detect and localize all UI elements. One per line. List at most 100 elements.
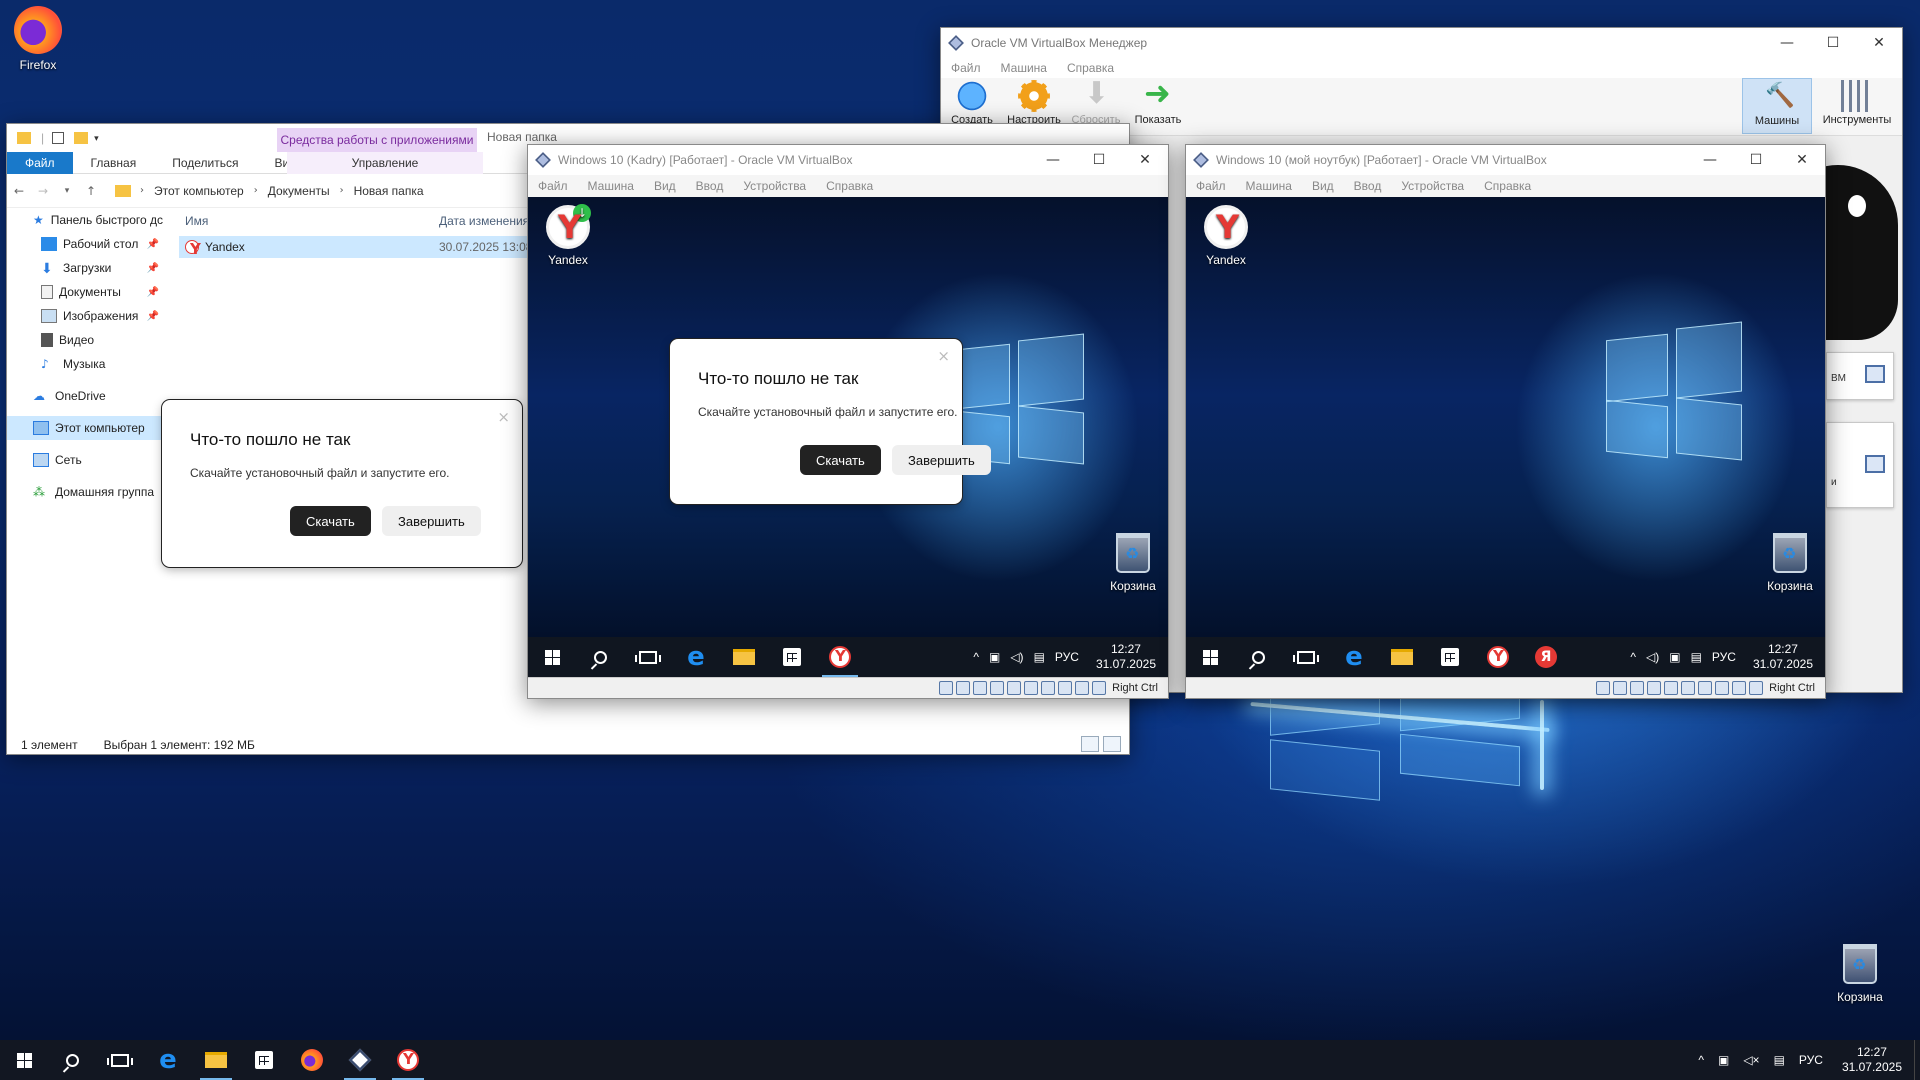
menu-input[interactable]: Ввод — [1344, 179, 1392, 193]
volume-icon[interactable]: ◁) — [1005, 650, 1028, 664]
new-folder-icon[interactable] — [74, 132, 89, 144]
maximize-button[interactable]: ☐ — [1733, 145, 1779, 175]
discard-button[interactable]: Сбросить — [1065, 76, 1127, 126]
column-name[interactable]: Имя — [179, 214, 439, 228]
maximize-button[interactable]: ☐ — [1810, 28, 1856, 58]
menu-machine[interactable]: Машина — [1236, 179, 1302, 193]
pin-icon[interactable]: 📌 — [147, 263, 159, 274]
cpu-icon[interactable] — [1732, 680, 1747, 695]
store-button[interactable] — [768, 637, 816, 677]
tools-button[interactable]: Инструменты — [1812, 78, 1902, 134]
minimize-button[interactable]: — — [1030, 145, 1076, 175]
up-arrow-icon[interactable]: ↑ — [79, 184, 103, 198]
optical-drive-icon[interactable] — [1613, 680, 1628, 695]
desktop-icon-firefox[interactable]: Firefox — [0, 6, 76, 72]
desktop-icon-recycle-bin[interactable]: Корзина — [1098, 529, 1168, 593]
download-button[interactable]: Скачать — [290, 506, 371, 536]
search-button[interactable] — [48, 1040, 96, 1080]
maximize-button[interactable]: ☐ — [1076, 145, 1122, 175]
vm-screen[interactable]: ↓ Yandex Корзина × Что-то пошло не так С… — [528, 197, 1168, 637]
tab-share[interactable]: Поделиться — [154, 152, 256, 174]
display-icon[interactable] — [1698, 680, 1713, 695]
edge-button[interactable]: e — [672, 637, 720, 677]
edge-button[interactable]: e — [1330, 637, 1378, 677]
close-icon[interactable]: × — [937, 347, 950, 365]
network-adapter-icon[interactable] — [990, 680, 1005, 695]
shared-folder-icon[interactable] — [1024, 680, 1039, 695]
menu-file[interactable]: Файл — [528, 179, 578, 193]
pin-icon[interactable]: 📌 — [147, 311, 159, 322]
store-button[interactable] — [240, 1040, 288, 1080]
clock[interactable]: 12:27 31.07.2025 — [1084, 642, 1168, 672]
pin-icon[interactable]: 📌 — [147, 287, 159, 298]
menu-file[interactable]: Файл — [941, 61, 991, 75]
breadcrumb-item[interactable]: Этот компьютер — [149, 184, 249, 198]
column-date[interactable]: Дата изменения — [439, 214, 529, 228]
pin-icon[interactable]: 📌 — [147, 239, 159, 250]
tool-card-media[interactable]: и — [1826, 422, 1894, 508]
usb-icon[interactable] — [1007, 680, 1022, 695]
breadcrumb-item[interactable]: Документы — [263, 184, 335, 198]
chevron-down-icon[interactable]: ▾ — [94, 133, 99, 144]
language-indicator[interactable]: РУС — [1792, 1053, 1830, 1067]
search-button[interactable] — [576, 637, 624, 677]
tab-manage[interactable]: Управление — [287, 151, 483, 174]
cpu-icon[interactable] — [1075, 680, 1090, 695]
desktop-icon-recycle-bin[interactable]: Корзина — [1755, 529, 1825, 593]
close-icon[interactable]: × — [497, 408, 510, 426]
tab-home[interactable]: Главная — [73, 152, 155, 174]
explorer-button[interactable] — [720, 637, 768, 677]
store-button[interactable] — [1426, 637, 1474, 677]
menu-input[interactable]: Ввод — [686, 179, 734, 193]
nav-video[interactable]: Видео — [7, 328, 163, 352]
minimize-button[interactable]: — — [1687, 145, 1733, 175]
close-button[interactable]: ✕ — [1856, 28, 1902, 58]
yandex-installer-button[interactable] — [816, 637, 864, 677]
nav-this-pc[interactable]: Этот компьютер — [7, 416, 163, 440]
nav-downloads[interactable]: ⬇ Загрузки 📌 — [7, 256, 163, 280]
shared-folder-icon[interactable] — [1681, 680, 1696, 695]
notification-icon[interactable]: ▤ — [1686, 650, 1707, 664]
task-view-button[interactable] — [1282, 637, 1330, 677]
large-icons-view-icon[interactable] — [1103, 736, 1121, 752]
nav-music[interactable]: ♪ Музыка — [7, 352, 163, 376]
create-button[interactable]: Создать — [941, 78, 1003, 126]
menu-help[interactable]: Справка — [1057, 61, 1124, 75]
finish-button[interactable]: Завершить — [892, 445, 991, 475]
menu-machine[interactable]: Машина — [578, 179, 644, 193]
edge-button[interactable]: e — [144, 1040, 192, 1080]
nav-quick-access[interactable]: ★ Панель быстрого дс — [7, 208, 163, 232]
breadcrumb[interactable]: › Этот компьютер › Документы › Новая пап… — [115, 184, 429, 198]
nav-documents[interactable]: Документы 📌 — [7, 280, 163, 304]
menu-file[interactable]: Файл — [1186, 179, 1236, 193]
firefox-button[interactable] — [288, 1040, 336, 1080]
close-button[interactable]: ✕ — [1779, 145, 1825, 175]
notification-icon[interactable]: ▤ — [1767, 1053, 1792, 1067]
explorer-button[interactable] — [192, 1040, 240, 1080]
language-indicator[interactable]: РУС — [1707, 650, 1741, 664]
chevron-up-icon[interactable]: ^ — [968, 650, 984, 664]
tab-file[interactable]: Файл — [7, 151, 73, 174]
close-button[interactable]: ✕ — [1122, 145, 1168, 175]
yandex-installer-button[interactable] — [384, 1040, 432, 1080]
menu-view[interactable]: Вид — [1302, 179, 1344, 193]
search-button[interactable] — [1234, 637, 1282, 677]
usb-icon[interactable] — [1664, 680, 1679, 695]
explorer-button[interactable] — [1378, 637, 1426, 677]
desktop-icon-yandex[interactable]: ↓ Yandex — [533, 204, 603, 267]
table-row[interactable]: Yandex 30.07.2025 13:08 — [179, 236, 539, 258]
menu-view[interactable]: Вид — [644, 179, 686, 193]
hdd-icon[interactable] — [1596, 680, 1611, 695]
volume-icon[interactable]: ◁) — [1641, 650, 1664, 664]
menu-help[interactable]: Справка — [816, 179, 883, 193]
mouse-integration-icon[interactable] — [1749, 680, 1764, 695]
menu-devices[interactable]: Устройства — [733, 179, 816, 193]
menu-help[interactable]: Справка — [1474, 179, 1541, 193]
network-icon[interactable]: ▣ — [1664, 650, 1685, 664]
details-view-icon[interactable] — [1081, 736, 1099, 752]
language-indicator[interactable]: РУС — [1050, 650, 1084, 664]
show-button[interactable]: Показать — [1127, 74, 1189, 126]
nav-desktop[interactable]: Рабочий стол 📌 — [7, 232, 163, 256]
nav-homegroup[interactable]: ⁂ Домашняя группа — [7, 480, 163, 504]
volume-muted-icon[interactable]: ◁× — [1736, 1053, 1766, 1067]
